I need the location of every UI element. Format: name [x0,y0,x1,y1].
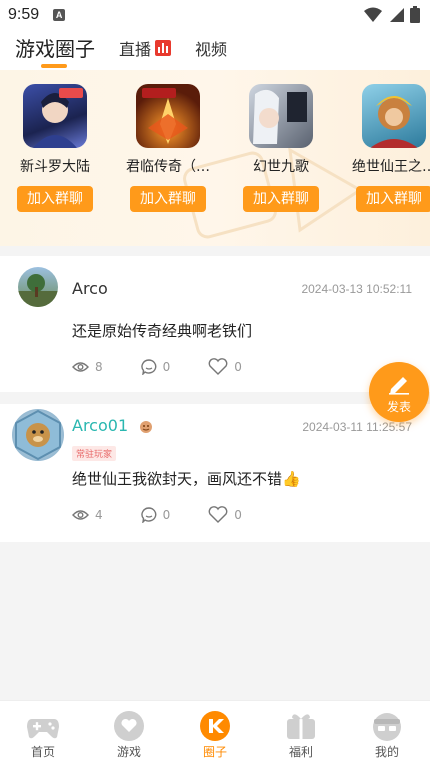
status-bar: 9:59 A [0,0,430,30]
like-count: 0 [234,508,242,522]
view-count: 4 [72,508,103,522]
heart-bubble-icon [114,711,144,741]
eye-icon [72,362,89,372]
nav-home[interactable]: 首页 [0,701,86,764]
post-username-text: Arco01 [72,416,129,435]
post-time: 2024-03-11 11:25:57 [302,420,412,434]
nav-label: 我的 [374,745,399,759]
gift-icon [287,714,315,739]
comment-icon [140,359,157,375]
nav-circle[interactable]: 圈子 [172,701,258,764]
game-douluo-icon[interactable] [23,84,87,148]
post-card[interactable]: Arco01 常驻玩家 2024-03-11 11:25:57 绝世仙王我欲封天… [0,404,430,542]
tab-active-indicator [41,64,67,68]
nav-label: 游戏 [116,745,141,759]
game-item[interactable]: 绝世仙王之… 加入群聊 [344,84,430,212]
comment-icon [140,507,157,523]
tab-video[interactable]: 视频 [195,36,227,70]
game-item[interactable]: 幻世九歌 加入群聊 [231,84,331,212]
notification-a-icon: A [53,9,66,21]
game-name: 绝世仙王之… [352,159,430,175]
game-item[interactable]: 君临传奇（… 加入群聊 [118,84,218,212]
like-button[interactable]: 0 [208,506,242,524]
join-group-button[interactable]: 加入群聊 [17,186,93,212]
pencil-icon [389,377,409,395]
post-content[interactable]: 绝世仙王我欲封天，画风还不错👍 [72,468,301,489]
post-card[interactable]: Arco 2024-03-13 10:52:11 还是原始传奇经典啊老铁们 8 … [0,256,430,392]
wifi-icon [364,7,382,22]
status-time: 9:59 [8,6,40,23]
avatar[interactable] [12,409,64,461]
post-username[interactable]: Arco01 [72,416,153,435]
tab-label: 直播 [119,40,152,59]
heart-icon [208,506,228,523]
game-juexian-icon[interactable] [362,84,426,148]
profile-icon [373,713,401,741]
battery-icon [410,6,420,23]
game-name: 幻世九歌 [253,159,309,175]
top-tabs: 游戏圈子 直播 视频 [0,30,430,70]
join-group-button[interactable]: 加入群聊 [243,186,319,212]
heart-icon [208,358,228,375]
eye-icon [72,510,89,520]
comment-count: 0 [162,508,171,522]
level-badge-icon [140,420,153,433]
game-groups-panel: 新斗罗大陆 加入群聊 君临传奇（… 加入群聊 幻世九歌 加入群聊 绝世仙王之… … [0,70,430,246]
like-count: 0 [234,360,242,374]
nav-mine[interactable]: 我的 [344,701,430,764]
game-junlin-icon[interactable] [136,84,200,148]
tab-label: 视频 [195,40,228,59]
game-item[interactable]: 新斗罗大陆 加入群聊 [5,84,105,212]
view-count-value: 4 [95,508,103,522]
post-stats: 4 0 0 [72,506,280,524]
tab-label: 游戏圈子 [15,37,95,61]
view-count-value: 8 [95,360,103,374]
post-stats: 8 0 0 [72,358,280,376]
bottom-nav: 首页 游戏 圈子 福利 我的 [0,700,430,764]
view-count: 8 [72,360,103,374]
status-icons [364,6,420,23]
live-icon [155,40,172,56]
comment-button[interactable]: 0 [140,359,171,375]
nav-label: 首页 [30,745,55,759]
game-name: 君临传奇（… [126,159,210,175]
circle-icon [200,711,230,741]
nav-games[interactable]: 游戏 [86,701,172,764]
publish-button[interactable]: 发表 [369,362,429,422]
nav-welfare[interactable]: 福利 [258,701,344,764]
signal-icon [390,7,404,22]
game-name: 新斗罗大陆 [20,159,90,175]
comment-count: 0 [162,360,171,374]
post-content[interactable]: 还是原始传奇经典啊老铁们 [72,320,252,341]
join-group-button[interactable]: 加入群聊 [130,186,206,212]
comment-button[interactable]: 0 [140,507,171,523]
nav-label: 福利 [288,745,313,759]
like-button[interactable]: 0 [208,358,242,376]
post-username[interactable]: Arco [72,279,108,298]
game-huanshi-icon[interactable] [249,84,313,148]
tab-live[interactable]: 直播 [119,36,172,70]
nav-label: 圈子 [202,745,227,759]
publish-label: 发表 [386,400,411,414]
player-badge: 常驻玩家 [72,446,117,461]
join-group-button[interactable]: 加入群聊 [356,186,430,212]
avatar[interactable] [18,267,58,307]
gamepad-icon [27,719,59,739]
tab-game-circle[interactable]: 游戏圈子 [15,33,95,70]
post-time: 2024-03-13 10:52:11 [301,282,412,296]
